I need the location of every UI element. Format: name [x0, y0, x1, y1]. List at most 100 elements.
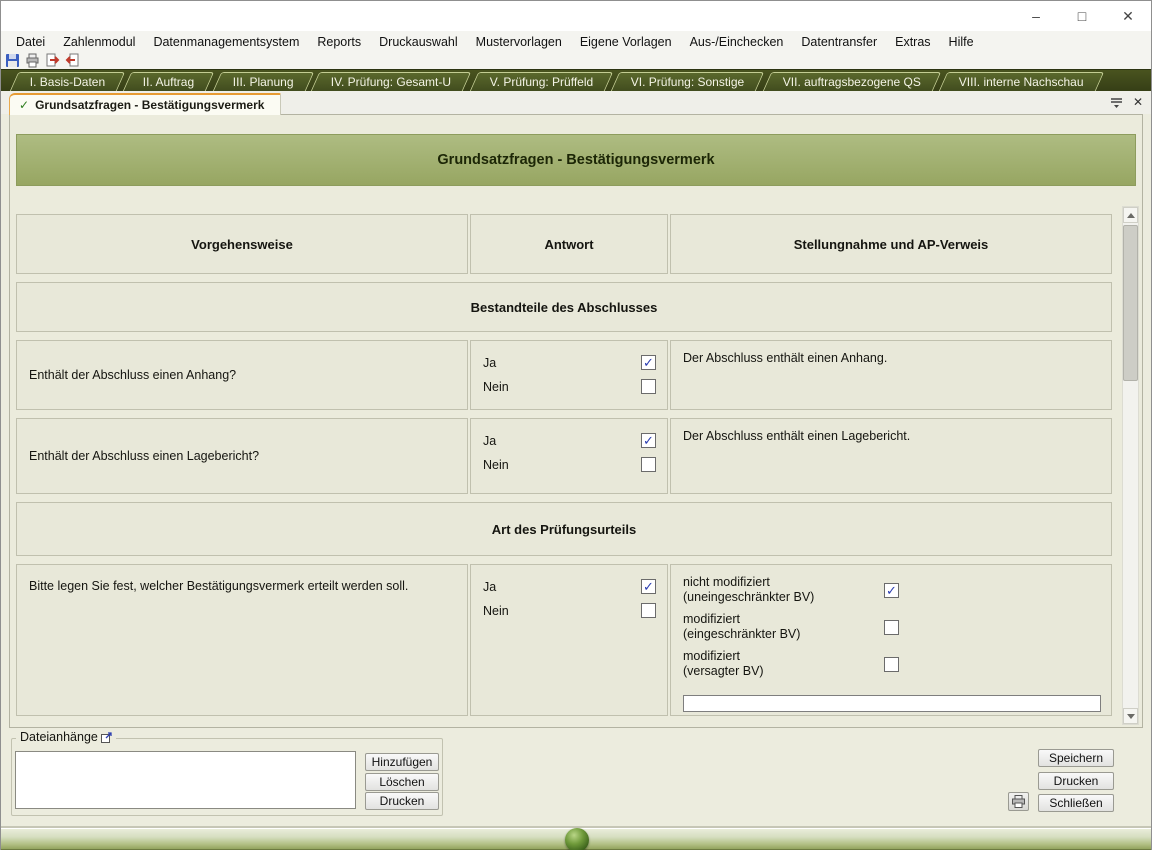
drucken-attachment-button[interactable]: Drucken [365, 792, 439, 810]
page-title: Grundsatzfragen - Bestätigungsvermerk [437, 152, 714, 168]
chevron-down-icon [1127, 714, 1135, 719]
tab-list-icon[interactable] [1109, 95, 1123, 109]
section-row: Art des Prüfungsurteils [16, 502, 1112, 556]
save-icon[interactable] [4, 53, 21, 69]
column-header-antwort: Antwort [470, 214, 668, 274]
menu-item-hilfe[interactable]: Hilfe [940, 33, 983, 51]
print-preview-button[interactable] [1008, 792, 1029, 811]
menu-item-datei[interactable]: Datei [7, 33, 54, 51]
print-icon[interactable] [24, 53, 41, 69]
tab-ii-auftrag[interactable]: II. Auftrag [123, 72, 215, 91]
menu-item-druckauswahl[interactable]: Druckauswahl [370, 33, 467, 51]
speichern-button[interactable]: Speichern [1038, 749, 1114, 767]
chevron-up-icon [1127, 213, 1135, 218]
main-tab-bar: I. Basis-Daten II. Auftrag III. Planung … [1, 69, 1151, 91]
scrollbar-down-button[interactable] [1123, 708, 1138, 724]
option-label: (versagter BV) [683, 664, 764, 679]
section-title-bestandteile: Bestandteile des Abschlusses [16, 282, 1112, 332]
tab-iii-planung[interactable]: III. Planung [213, 72, 314, 91]
option-modifiziert-eingeschraenkt: modifiziert (eingeschränkter BV) [683, 612, 899, 642]
drucken-button[interactable]: Drucken [1038, 772, 1114, 790]
schliessen-button[interactable]: Schließen [1038, 794, 1114, 812]
menu-item-reports[interactable]: Reports [308, 33, 370, 51]
tab-v-pruefung-prueffeld[interactable]: V. Prüfung: Prüffeld [470, 72, 614, 91]
menu-item-extras[interactable]: Extras [886, 33, 939, 51]
ja-checkbox[interactable]: ✓ [641, 355, 656, 370]
ja-checkbox[interactable]: ✓ [641, 433, 656, 448]
table-row: Enthält der Abschluss einen Anhang? Ja ✓… [16, 340, 1112, 410]
tab-label: V. Prüfung: Prüffeld [490, 75, 593, 89]
loeschen-button[interactable]: Löschen [365, 773, 439, 791]
question-bestaetigungsvermerk: Bitte legen Sie fest, welcher Bestätigun… [16, 564, 468, 716]
table-header-row: Vorgehensweise Antwort Stellungnahme und… [16, 214, 1112, 274]
app-window: – □ ✕ Datei Zahlenmodul Datenmanagements… [0, 0, 1152, 850]
tab-vi-pruefung-sonstige[interactable]: VI. Prüfung: Sonstige [611, 72, 765, 91]
modifiziert-versagt-checkbox[interactable] [884, 657, 899, 672]
modifiziert-eingeschraenkt-checkbox[interactable] [884, 620, 899, 635]
ja-checkbox[interactable]: ✓ [641, 579, 656, 594]
nein-label: Nein [483, 604, 509, 618]
menu-item-datenmanagementsystem[interactable]: Datenmanagementsystem [144, 33, 308, 51]
answer-cell: Ja ✓ Nein [470, 564, 668, 716]
tab-label: VIII. interne Nachschau [958, 75, 1083, 89]
window-controls: – □ ✕ [1013, 1, 1151, 31]
option-modifiziert-versagt: modifiziert (versagter BV) [683, 649, 899, 679]
column-header-vorgehensweise: Vorgehensweise [16, 214, 468, 274]
tab-vii-auftragsbezogene-qs[interactable]: VII. auftragsbezogene QS [762, 72, 941, 91]
statement-lagebericht: Der Abschluss enthält einen Lagebericht. [670, 418, 1112, 494]
minimize-icon[interactable]: – [1013, 1, 1059, 31]
answer-cell: Ja ✓ Nein [470, 340, 668, 410]
menu-item-aus-einchecken[interactable]: Aus-/Einchecken [681, 33, 793, 51]
opinion-options-cell: nicht modifiziert (uneingeschränkter BV)… [670, 564, 1112, 716]
hinzufuegen-button[interactable]: Hinzufügen [365, 753, 439, 771]
doc-tab-icons: ✕ [1109, 95, 1145, 109]
doc-tab-label: Grundsatzfragen - Bestätigungsvermerk [35, 98, 264, 112]
option-label: modifiziert [683, 649, 764, 664]
check-icon: ✓ [19, 98, 29, 112]
tab-i-basis-daten[interactable]: I. Basis-Daten [10, 72, 126, 91]
table-row: Enthält der Abschluss einen Lagebericht?… [16, 418, 1112, 494]
nein-checkbox[interactable] [641, 379, 656, 394]
section-row: Bestandteile des Abschlusses [16, 282, 1112, 332]
statement-anhang: Der Abschluss enthält einen Anhang. [670, 340, 1112, 410]
doc-tab-grundsatzfragen[interactable]: ✓ Grundsatzfragen - Bestätigungsvermerk [9, 93, 281, 115]
ja-label: Ja [483, 356, 496, 370]
menu-item-zahlenmodul[interactable]: Zahlenmodul [54, 33, 144, 51]
tab-label: IV. Prüfung: Gesamt-U [331, 75, 451, 89]
nein-checkbox[interactable] [641, 603, 656, 618]
question-lagebericht: Enthält der Abschluss einen Lagebericht? [16, 418, 468, 494]
tab-viii-interne-nachschau[interactable]: VIII. interne Nachschau [938, 72, 1103, 91]
status-orb-icon [565, 828, 589, 850]
page-title-banner: Grundsatzfragen - Bestätigungsvermerk [16, 134, 1136, 186]
option-label: modifiziert [683, 612, 800, 627]
section-title-pruefungsurteil: Art des Prüfungsurteils [16, 502, 1112, 556]
answer-cell: Ja ✓ Nein [470, 418, 668, 494]
menu-item-eigene-vorlagen[interactable]: Eigene Vorlagen [571, 33, 681, 51]
tab-iv-pruefung-gesamt-u[interactable]: IV. Prüfung: Gesamt-U [311, 72, 472, 91]
tab-label: I. Basis-Daten [30, 75, 105, 89]
scrollbar-up-button[interactable] [1123, 207, 1138, 223]
nicht-modifiziert-checkbox[interactable]: ✓ [884, 583, 899, 598]
option-nicht-modifiziert: nicht modifiziert (uneingeschränkter BV)… [683, 575, 899, 605]
popup-window-icon[interactable] [101, 732, 112, 743]
toolbar [1, 52, 1151, 69]
close-tab-icon[interactable]: ✕ [1131, 95, 1145, 109]
checkin-icon[interactable] [64, 53, 81, 69]
opinion-text-input[interactable] [683, 695, 1101, 712]
attachments-listbox[interactable] [15, 751, 356, 809]
option-label: (eingeschränkter BV) [683, 627, 800, 642]
scrollbar-thumb[interactable] [1123, 225, 1138, 381]
nein-checkbox[interactable] [641, 457, 656, 472]
menu-item-mustervorlagen[interactable]: Mustervorlagen [467, 33, 571, 51]
maximize-icon[interactable]: □ [1059, 1, 1105, 31]
tab-label: II. Auftrag [143, 75, 194, 89]
nein-label: Nein [483, 380, 509, 394]
close-icon[interactable]: ✕ [1105, 1, 1151, 31]
table-row: Bitte legen Sie fest, welcher Bestätigun… [16, 564, 1112, 716]
menu-item-datentransfer[interactable]: Datentransfer [792, 33, 886, 51]
vertical-scrollbar[interactable] [1122, 206, 1139, 725]
ja-label: Ja [483, 434, 496, 448]
question-anhang: Enthält der Abschluss einen Anhang? [16, 340, 468, 410]
checkout-icon[interactable] [44, 53, 61, 69]
option-label: (uneingeschränkter BV) [683, 590, 814, 605]
